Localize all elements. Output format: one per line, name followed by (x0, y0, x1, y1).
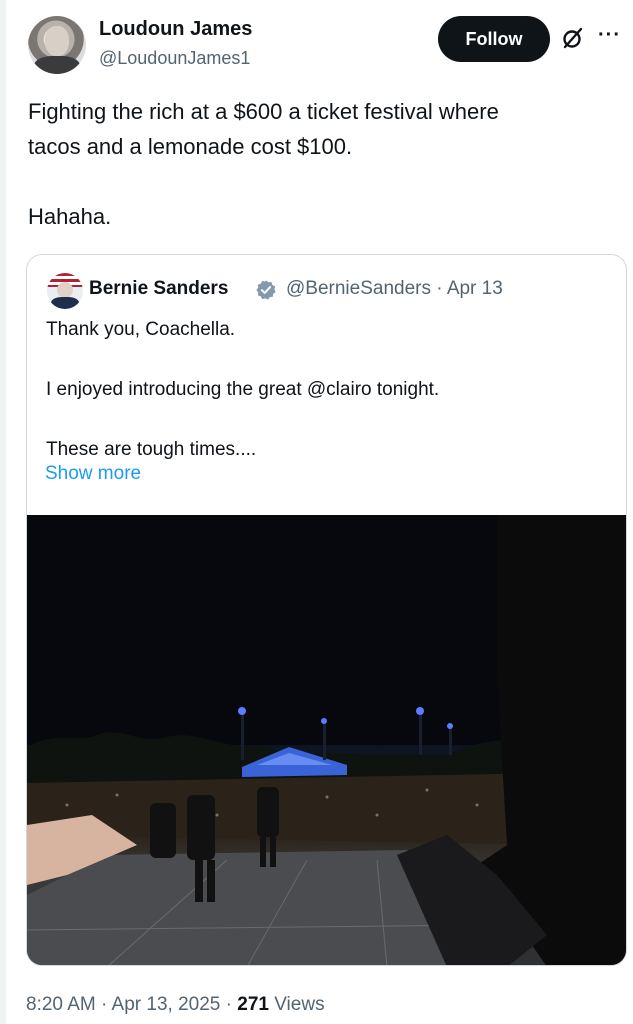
crowd-light (115, 793, 119, 797)
crowd-light (325, 795, 329, 799)
crowd-light (475, 803, 479, 807)
tweet-footer: 8:20 AM · Apr 13, 2025 · 271 Views (26, 994, 325, 1016)
concert-stage-photo[interactable] (27, 515, 627, 966)
verified-badge-icon (256, 280, 276, 300)
timestamp[interactable]: 8:20 AM · Apr 13, 2025 · (26, 994, 237, 1015)
light-tower (241, 710, 244, 760)
person (257, 787, 279, 837)
avatar-suit (51, 297, 79, 309)
quoted-handle-date: @BernieSanders · Apr 13 (286, 278, 503, 299)
light-tower (323, 720, 326, 760)
author-handle[interactable]: @LoudounJames1 (99, 48, 250, 69)
person (187, 795, 215, 860)
light-tower (449, 725, 452, 755)
stage-light (416, 707, 424, 715)
show-more-link[interactable]: Show more (45, 463, 141, 485)
quoted-tweet[interactable]: Bernie Sanders @BernieSanders · Apr 13 T… (26, 254, 627, 966)
light-tower (419, 710, 422, 755)
person (207, 860, 215, 902)
tweet-text: Fighting the rich at a $600 a ticket fes… (28, 99, 499, 229)
crowd-light (375, 813, 379, 817)
follow-button[interactable]: Follow (438, 16, 550, 62)
stage-light (447, 723, 453, 729)
crowd-light (65, 803, 69, 807)
grok-icon[interactable] (561, 26, 585, 50)
person (270, 837, 276, 867)
author-avatar[interactable] (28, 16, 86, 74)
person (150, 803, 176, 858)
avatar-shirt (34, 56, 80, 74)
left-divider (0, 0, 6, 1024)
views-count: 271 (237, 994, 269, 1015)
crowd-light (215, 813, 219, 817)
quoted-author-name: Bernie Sanders (89, 278, 229, 299)
quoted-tweet-text: Thank you, Coachella. I enjoyed introduc… (46, 319, 440, 460)
quoted-author-avatar (47, 273, 83, 309)
crowd-light (425, 788, 429, 792)
tweet-header: Loudoun James @LoudounJames1 Follow ··· (28, 14, 628, 78)
stage-light (321, 718, 327, 724)
views-label: Views (268, 994, 325, 1015)
person (195, 860, 203, 902)
avatar-face (57, 282, 73, 298)
avatar-face (45, 26, 69, 56)
author-name[interactable]: Loudoun James (99, 18, 252, 41)
stage-light (238, 707, 246, 715)
person (260, 837, 266, 867)
more-icon[interactable]: ··· (598, 24, 626, 46)
